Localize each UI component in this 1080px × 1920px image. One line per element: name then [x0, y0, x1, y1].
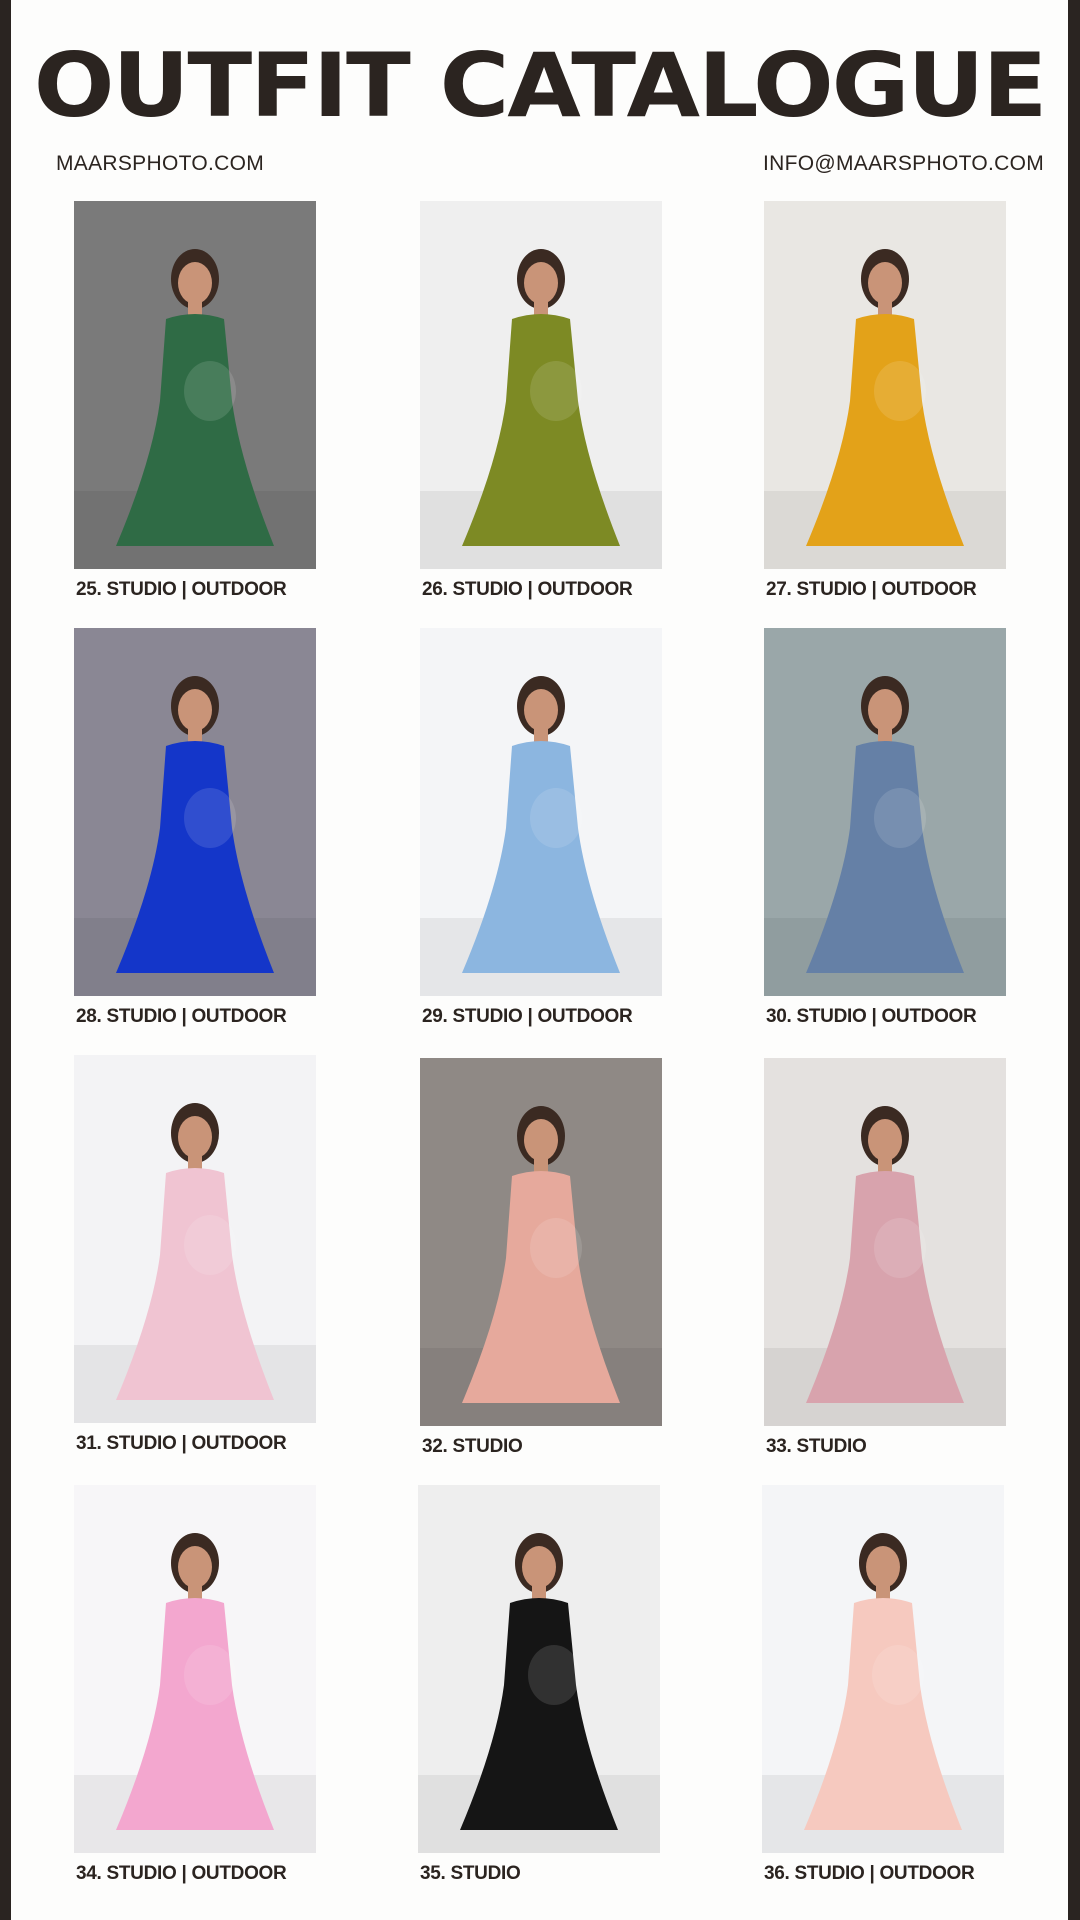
photo-blush-tulle-gown-image — [762, 1485, 1004, 1853]
photo-black-white-ruffle-dress — [418, 1485, 660, 1853]
photo-mustard-tulle-gown — [764, 201, 1006, 569]
photo-pink-satin-gown — [420, 1058, 662, 1426]
photo-olive-organza-wrap-image — [420, 201, 662, 569]
photo-mauve-kaftan-dress-image — [764, 1058, 1006, 1426]
photo-mustard-tulle-gown-image — [764, 201, 1006, 569]
photo-pink-off-shoulder-train — [74, 1485, 316, 1853]
photo-blush-tulle-gown — [762, 1485, 1004, 1853]
photo-pink-satin-gown-image — [420, 1058, 662, 1426]
photo-green-long-sleeve-gown-image — [74, 201, 316, 569]
outfit-caption: 26. STUDIO | OUTDOOR — [422, 579, 633, 600]
photo-olive-organza-wrap — [420, 201, 662, 569]
outfit-caption: 32. STUDIO — [422, 1436, 523, 1457]
photo-pink-off-shoulder-train-image — [74, 1485, 316, 1853]
page-title: OUTFIT CATALOGUE — [33, 34, 1048, 137]
outfit-caption: 25. STUDIO | OUTDOOR — [76, 579, 287, 600]
outfit-caption: 31. STUDIO | OUTDOOR — [76, 1433, 287, 1454]
catalogue-page: OUTFIT CATALOGUE MAARSPHOTO.COM INFO@MAA… — [11, 0, 1068, 1920]
photo-dusty-blue-tulle-gown — [764, 628, 1006, 996]
outfit-caption: 29. STUDIO | OUTDOOR — [422, 1006, 633, 1027]
outfit-caption: 33. STUDIO — [766, 1436, 867, 1457]
photo-green-long-sleeve-gown — [74, 201, 316, 569]
photo-royal-blue-hooded-dress — [74, 628, 316, 996]
photo-royal-blue-hooded-dress-image — [74, 628, 316, 996]
photo-pink-ruffle-gown-image — [74, 1055, 316, 1423]
outfit-caption: 35. STUDIO — [420, 1863, 521, 1884]
photo-black-white-ruffle-dress-image — [418, 1485, 660, 1853]
website-text: MAARSPHOTO.COM — [56, 152, 264, 175]
photo-light-blue-maxi-dress-image — [420, 628, 662, 996]
photo-light-blue-maxi-dress — [420, 628, 662, 996]
email-text: INFO@MAARSPHOTO.COM — [763, 152, 1044, 175]
outfit-caption: 28. STUDIO | OUTDOOR — [76, 1006, 287, 1027]
outfit-caption: 36. STUDIO | OUTDOOR — [764, 1863, 975, 1884]
photo-mauve-kaftan-dress — [764, 1058, 1006, 1426]
outfit-caption: 27. STUDIO | OUTDOOR — [766, 579, 977, 600]
photo-pink-ruffle-gown — [74, 1055, 316, 1423]
outfit-caption: 34. STUDIO | OUTDOOR — [76, 1863, 287, 1884]
photo-dusty-blue-tulle-gown-image — [764, 628, 1006, 996]
outfit-caption: 30. STUDIO | OUTDOOR — [766, 1006, 977, 1027]
